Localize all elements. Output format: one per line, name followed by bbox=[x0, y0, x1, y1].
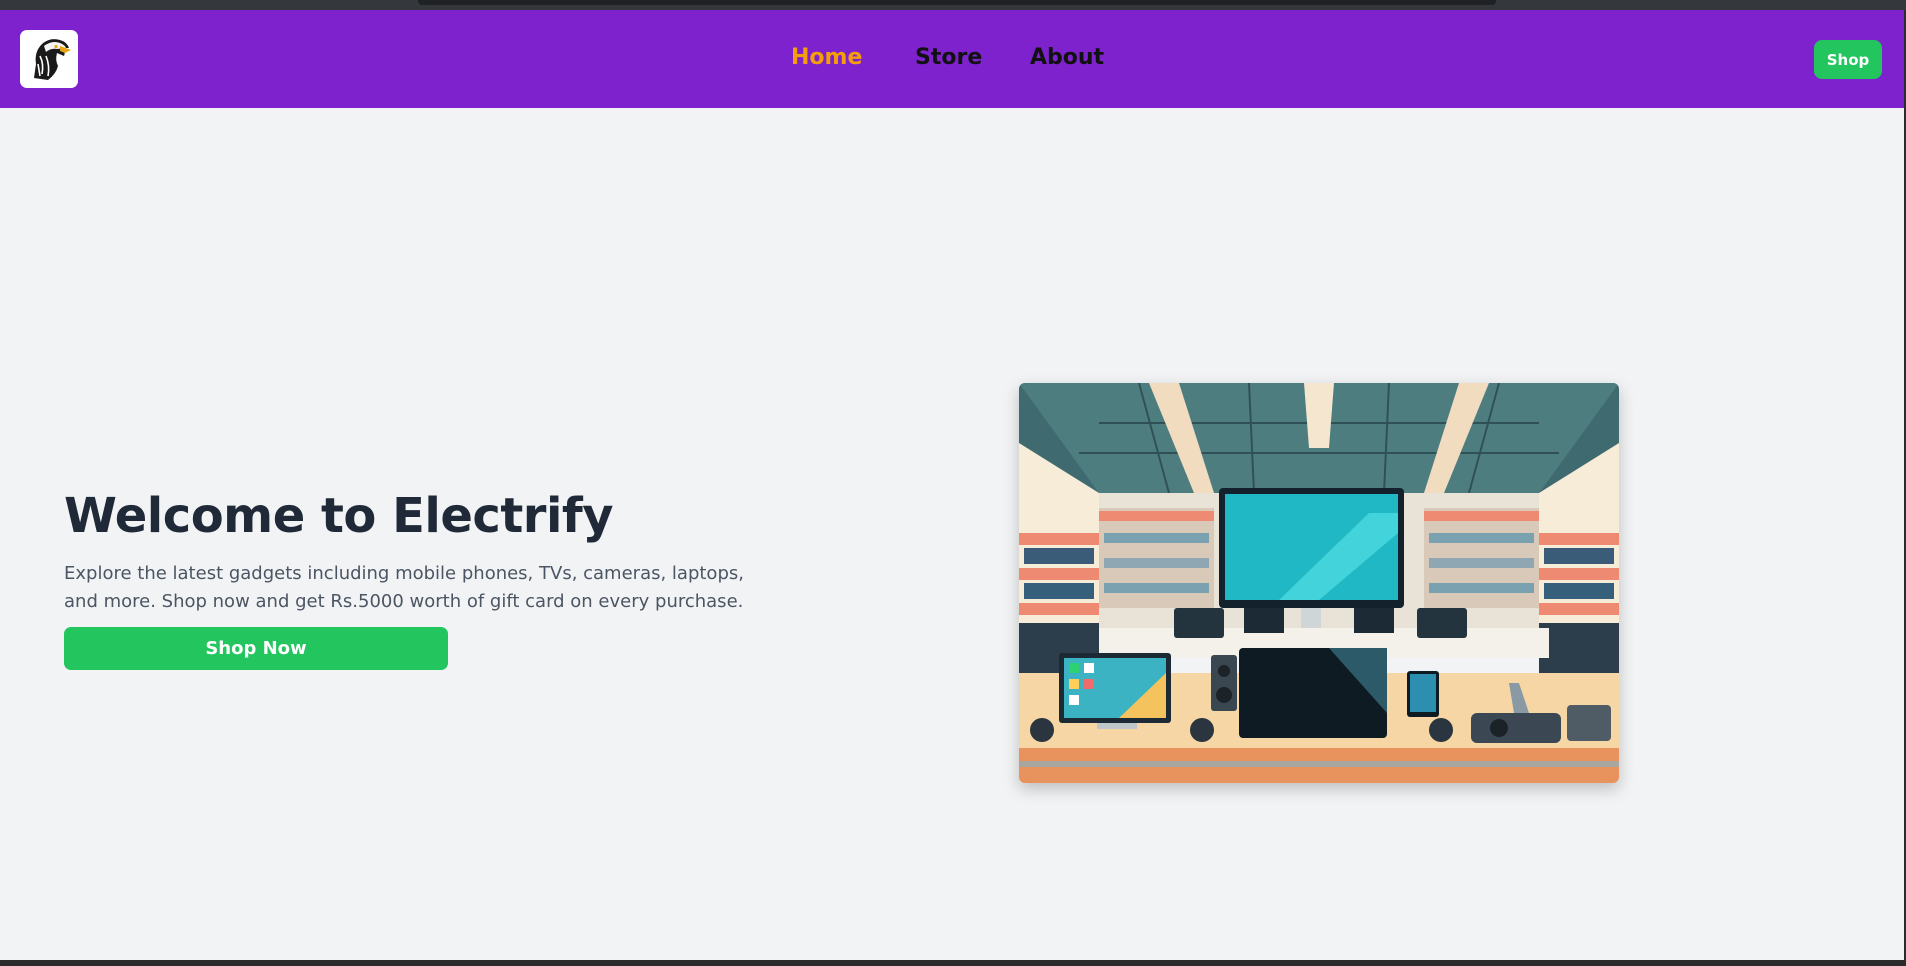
nav-links: Home Store About bbox=[0, 10, 1904, 108]
nav-link-home[interactable]: Home bbox=[791, 45, 862, 70]
hero-image bbox=[1019, 383, 1619, 783]
hero-description: Explore the latest gadgets including mob… bbox=[64, 563, 744, 612]
logo[interactable] bbox=[20, 30, 78, 88]
nav-link-store[interactable]: Store bbox=[915, 45, 982, 70]
hero-title: Welcome to Electrify bbox=[64, 488, 614, 544]
electronics-store-illustration bbox=[1019, 383, 1619, 783]
nav-link-about[interactable]: About bbox=[1030, 45, 1104, 70]
shop-button[interactable]: Shop bbox=[1814, 40, 1882, 79]
eagle-head-icon bbox=[34, 39, 71, 80]
shop-now-button[interactable]: Shop Now bbox=[64, 627, 448, 670]
browser-tab-bar bbox=[418, 0, 1496, 5]
page: Home Store About Shop Welcome to Electri… bbox=[0, 10, 1904, 960]
browser-top-strip bbox=[0, 0, 1906, 10]
window-bottom-strip bbox=[0, 960, 1906, 966]
navbar: Home Store About Shop bbox=[0, 10, 1904, 108]
